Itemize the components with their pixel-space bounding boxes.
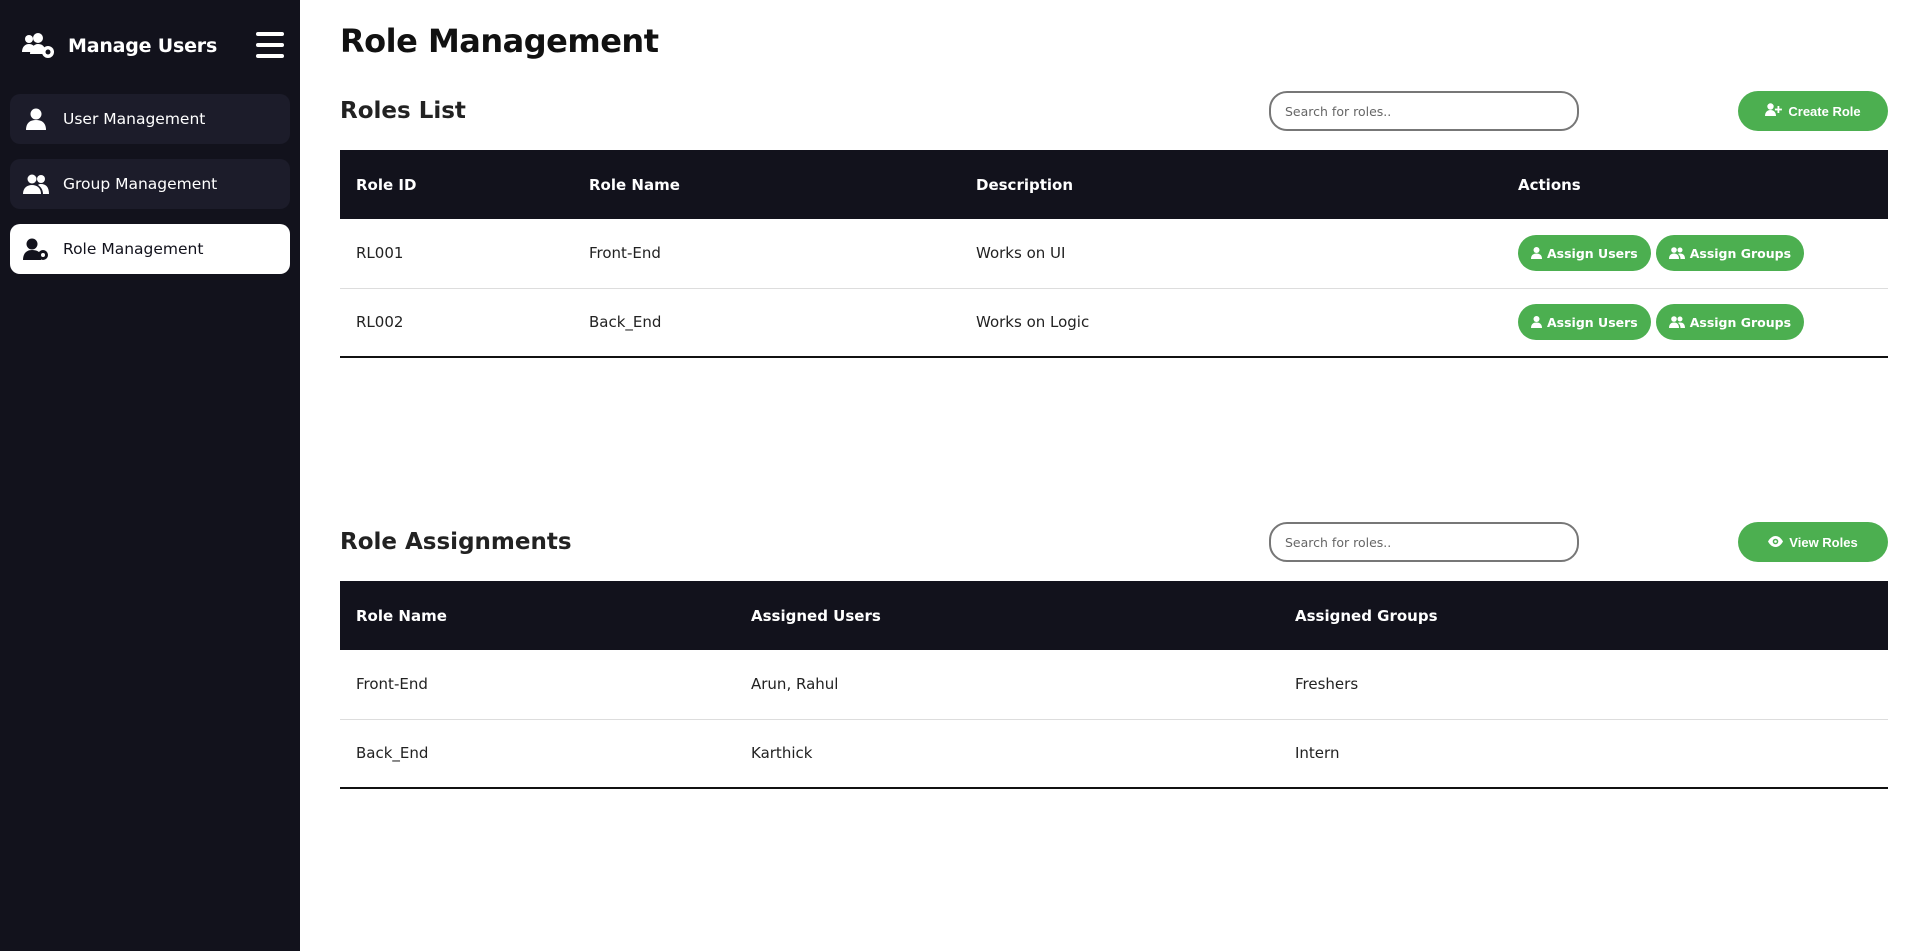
table-row: RL001 Front-End Works on UI Assign Users… — [340, 219, 1888, 288]
users-icon — [23, 174, 49, 194]
user-icon — [1531, 247, 1542, 260]
actions-cell: Assign Users Assign Groups — [1502, 288, 1888, 357]
role-name-cell: Front-End — [356, 675, 428, 694]
role-id-cell: RL001 — [356, 244, 404, 263]
role-assignments-table: Role Name Assigned Users Assigned Groups… — [340, 581, 1888, 789]
user-plus-icon — [1765, 103, 1783, 119]
assigned-users-cell: Karthick — [751, 744, 813, 763]
user-icon — [23, 108, 49, 130]
table-row: RL002 Back_End Works on Logic Assign Use… — [340, 288, 1888, 357]
assign-groups-button[interactable]: Assign Groups — [1655, 304, 1805, 341]
assigned-groups-cell: Freshers — [1295, 675, 1359, 694]
roles-search-input[interactable] — [1269, 91, 1579, 131]
column-header: Role Name — [356, 606, 447, 625]
sidebar-item-label: User Management — [63, 110, 206, 128]
hamburger-icon[interactable] — [256, 32, 284, 58]
description-cell: Works on UI — [976, 244, 1066, 263]
roles-table: Role ID Role Name Description Actions RL… — [340, 150, 1888, 358]
eye-icon — [1768, 535, 1784, 550]
sidebar-item-role-management[interactable]: Role Management — [10, 224, 290, 274]
role-name-cell: Front-End — [589, 244, 661, 263]
role-id-cell: RL002 — [356, 313, 404, 332]
sidebar-item-label: Group Management — [63, 175, 218, 193]
column-header: Description — [976, 175, 1074, 194]
sidebar-item-user-management[interactable]: User Management — [10, 94, 290, 144]
users-icon — [1668, 247, 1685, 260]
column-header: Role Name — [589, 175, 680, 194]
assigned-groups-cell: Intern — [1295, 744, 1340, 763]
page-title: Role Management — [340, 22, 659, 60]
user-gear-icon — [23, 238, 49, 260]
view-roles-label: View Roles — [1789, 534, 1858, 550]
role-name-cell: Back_End — [589, 313, 662, 332]
create-role-button[interactable]: Create Role — [1738, 91, 1888, 131]
assign-users-button[interactable]: Assign Users — [1518, 235, 1651, 272]
sidebar-item-label: Role Management — [63, 240, 204, 258]
create-role-label: Create Role — [1788, 103, 1861, 119]
roles-list-title: Roles List — [340, 98, 466, 124]
brand: Manage Users — [22, 28, 217, 64]
users-cog-icon — [22, 32, 56, 60]
description-cell: Works on Logic — [976, 313, 1090, 332]
role-assignments-title: Role Assignments — [340, 529, 572, 555]
assignments-search-input[interactable] — [1269, 522, 1579, 562]
column-header: Role ID — [356, 175, 417, 194]
actions-cell: Assign Users Assign Groups — [1502, 219, 1888, 288]
column-header: Assigned Users — [751, 606, 881, 625]
view-roles-button[interactable]: View Roles — [1738, 522, 1888, 562]
table-header-row: Role Name Assigned Users Assigned Groups — [340, 581, 1888, 650]
assign-groups-button[interactable]: Assign Groups — [1655, 235, 1805, 272]
user-icon — [1531, 316, 1542, 329]
table-row: Back_End Karthick Intern — [340, 719, 1888, 788]
column-header: Actions — [1518, 175, 1581, 194]
sidebar: Manage Users User Management Group Manag… — [0, 0, 300, 951]
assigned-users-cell: Arun, Rahul — [751, 675, 839, 694]
table-header-row: Role ID Role Name Description Actions — [340, 150, 1888, 219]
column-header: Assigned Groups — [1295, 606, 1438, 625]
assign-users-button[interactable]: Assign Users — [1518, 304, 1651, 341]
sidebar-item-group-management[interactable]: Group Management — [10, 159, 290, 209]
users-icon — [1668, 316, 1685, 329]
app-title: Manage Users — [68, 35, 218, 57]
table-row: Front-End Arun, Rahul Freshers — [340, 650, 1888, 719]
role-name-cell: Back_End — [356, 744, 429, 763]
sidebar-nav: User Management Group Management Role Ma… — [10, 94, 290, 289]
